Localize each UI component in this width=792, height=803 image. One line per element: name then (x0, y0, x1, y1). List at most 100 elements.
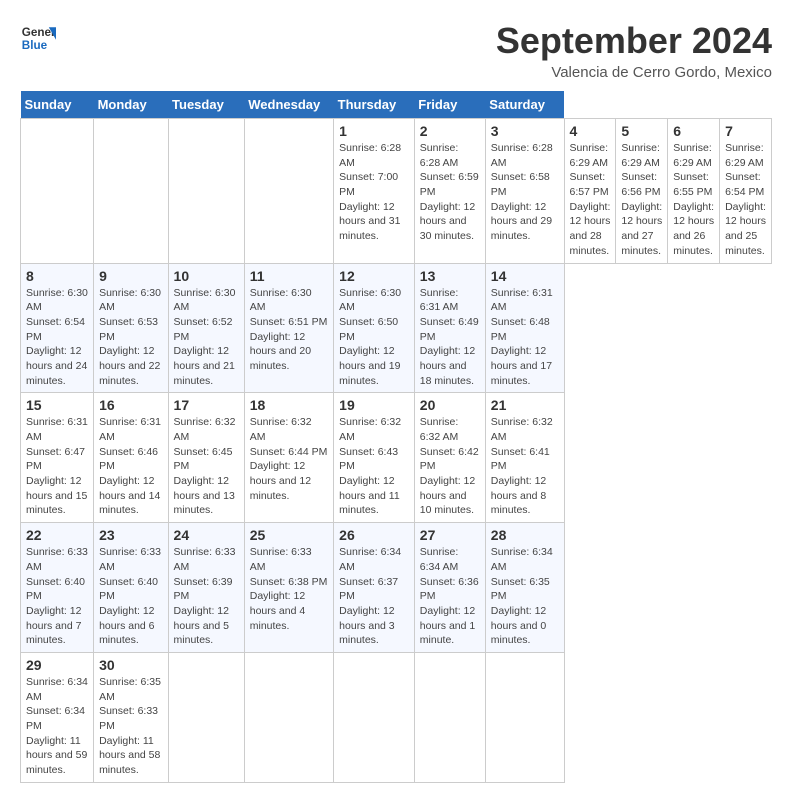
day-number: 17 (174, 397, 239, 413)
day-number: 11 (250, 268, 328, 284)
day-info: Sunrise: 6:32 AMSunset: 6:44 PMDaylight:… (250, 415, 328, 503)
calendar-cell: 27 Sunrise: 6:34 AMSunset: 6:36 PMDayligh… (414, 523, 485, 653)
calendar-cell: 4 Sunrise: 6:29 AMSunset: 6:57 PMDaylight… (564, 119, 616, 264)
column-header-friday: Friday (414, 91, 485, 119)
header-row: SundayMondayTuesdayWednesdayThursdayFrid… (21, 91, 772, 119)
day-number: 22 (26, 527, 88, 543)
week-row-1: 1Sunrise: 6:28 AMSunset: 7:00 PMDaylight… (21, 119, 772, 264)
day-number: 26 (339, 527, 409, 543)
day-info: Sunrise: 6:31 AMSunset: 6:49 PMDaylight:… (420, 286, 480, 389)
calendar-cell (94, 119, 168, 264)
week-row-4: 22 Sunrise: 6:33 AMSunset: 6:40 PMDayligh… (21, 523, 772, 653)
column-header-sunday: Sunday (21, 91, 94, 119)
day-info: Sunrise: 6:28 AMSunset: 6:58 PMDaylight:… (491, 141, 559, 244)
day-number: 6 (673, 123, 714, 139)
day-info: Sunrise: 6:29 AMSunset: 6:55 PMDaylight:… (673, 141, 714, 259)
day-number: 14 (491, 268, 559, 284)
day-info: Sunrise: 6:30 AMSunset: 6:53 PMDaylight:… (99, 286, 162, 389)
day-info: Sunrise: 6:32 AMSunset: 6:42 PMDaylight:… (420, 415, 480, 518)
column-header-saturday: Saturday (485, 91, 564, 119)
calendar-table: SundayMondayTuesdayWednesdayThursdayFrid… (20, 91, 772, 783)
column-header-wednesday: Wednesday (244, 91, 333, 119)
day-info: Sunrise: 6:32 AMSunset: 6:43 PMDaylight:… (339, 415, 409, 518)
month-title: September 2024 (496, 20, 772, 62)
day-info: Sunrise: 6:30 AMSunset: 6:52 PMDaylight:… (174, 286, 239, 389)
day-number: 9 (99, 268, 162, 284)
calendar-cell: 19 Sunrise: 6:32 AMSunset: 6:43 PMDayligh… (334, 393, 415, 523)
day-info: Sunrise: 6:33 AMSunset: 6:38 PMDaylight:… (250, 545, 328, 633)
day-number: 7 (725, 123, 766, 139)
day-number: 19 (339, 397, 409, 413)
calendar-cell: 20Sunrise: 6:32 AMSunset: 6:42 PMDayligh… (414, 393, 485, 523)
day-number: 8 (26, 268, 88, 284)
calendar-cell: 17 Sunrise: 6:32 AMSunset: 6:45 PMDayligh… (168, 393, 244, 523)
day-info: Sunrise: 6:30 AMSunset: 6:51 PMDaylight:… (250, 286, 328, 374)
day-info: Sunrise: 6:32 AMSunset: 6:45 PMDaylight:… (174, 415, 239, 518)
day-number: 15 (26, 397, 88, 413)
day-number: 3 (491, 123, 559, 139)
calendar-cell (244, 652, 333, 782)
day-number: 5 (621, 123, 662, 139)
day-number: 1 (339, 123, 409, 139)
calendar-cell: 22Sunrise: 6:33 AMSunset: 6:40 PMDayligh… (21, 523, 94, 653)
day-info: Sunrise: 6:34 AMSunset: 6:34 PMDaylight:… (26, 675, 88, 778)
calendar-cell: 21 Sunrise: 6:32 AMSunset: 6:41 PMDayligh… (485, 393, 564, 523)
day-info: Sunrise: 6:34 AMSunset: 6:36 PMDaylight:… (420, 545, 480, 648)
calendar-cell: 3 Sunrise: 6:28 AMSunset: 6:58 PMDaylight… (485, 119, 564, 264)
day-info: Sunrise: 6:29 AMSunset: 6:57 PMDaylight:… (570, 141, 611, 259)
location: Valencia de Cerro Gordo, Mexico (496, 64, 772, 81)
column-header-thursday: Thursday (334, 91, 415, 119)
logo: General Blue (20, 20, 56, 56)
calendar-cell (168, 119, 244, 264)
calendar-cell (414, 652, 485, 782)
day-number: 16 (99, 397, 162, 413)
day-info: Sunrise: 6:30 AMSunset: 6:54 PMDaylight:… (26, 286, 88, 389)
day-number: 12 (339, 268, 409, 284)
calendar-cell (168, 652, 244, 782)
day-number: 28 (491, 527, 559, 543)
day-number: 24 (174, 527, 239, 543)
calendar-cell (21, 119, 94, 264)
calendar-cell: 26 Sunrise: 6:34 AMSunset: 6:37 PMDayligh… (334, 523, 415, 653)
calendar-cell: 25 Sunrise: 6:33 AMSunset: 6:38 PMDayligh… (244, 523, 333, 653)
calendar-cell: 29Sunrise: 6:34 AMSunset: 6:34 PMDayligh… (21, 652, 94, 782)
day-number: 10 (174, 268, 239, 284)
logo-icon: General Blue (20, 20, 56, 56)
day-info: Sunrise: 6:34 AMSunset: 6:35 PMDaylight:… (491, 545, 559, 648)
calendar-cell: 18Sunrise: 6:32 AMSunset: 6:44 PMDayligh… (244, 393, 333, 523)
day-number: 30 (99, 657, 162, 673)
day-info: Sunrise: 6:34 AMSunset: 6:37 PMDaylight:… (339, 545, 409, 648)
day-info: Sunrise: 6:29 AMSunset: 6:54 PMDaylight:… (725, 141, 766, 259)
day-number: 4 (570, 123, 611, 139)
calendar-cell: 5 Sunrise: 6:29 AMSunset: 6:56 PMDaylight… (616, 119, 668, 264)
day-info: Sunrise: 6:29 AMSunset: 6:56 PMDaylight:… (621, 141, 662, 259)
calendar-cell: 12 Sunrise: 6:30 AMSunset: 6:50 PMDayligh… (334, 263, 415, 393)
day-info: Sunrise: 6:33 AMSunset: 6:40 PMDaylight:… (99, 545, 162, 648)
calendar-cell: 7 Sunrise: 6:29 AMSunset: 6:54 PMDaylight… (720, 119, 772, 264)
calendar-cell (485, 652, 564, 782)
day-info: Sunrise: 6:31 AMSunset: 6:46 PMDaylight:… (99, 415, 162, 518)
calendar-cell (334, 652, 415, 782)
day-info: Sunrise: 6:33 AMSunset: 6:39 PMDaylight:… (174, 545, 239, 648)
calendar-cell: 8 Sunrise: 6:30 AMSunset: 6:54 PMDaylight… (21, 263, 94, 393)
calendar-cell: 15Sunrise: 6:31 AMSunset: 6:47 PMDayligh… (21, 393, 94, 523)
calendar-cell: 24 Sunrise: 6:33 AMSunset: 6:39 PMDayligh… (168, 523, 244, 653)
day-number: 27 (420, 527, 480, 543)
day-info: Sunrise: 6:30 AMSunset: 6:50 PMDaylight:… (339, 286, 409, 389)
calendar-cell: 14 Sunrise: 6:31 AMSunset: 6:48 PMDayligh… (485, 263, 564, 393)
column-header-tuesday: Tuesday (168, 91, 244, 119)
week-row-5: 29Sunrise: 6:34 AMSunset: 6:34 PMDayligh… (21, 652, 772, 782)
calendar-cell: 16 Sunrise: 6:31 AMSunset: 6:46 PMDayligh… (94, 393, 168, 523)
page-header: General Blue September 2024 Valencia de … (20, 20, 772, 81)
week-row-2: 8 Sunrise: 6:30 AMSunset: 6:54 PMDaylight… (21, 263, 772, 393)
day-info: Sunrise: 6:31 AMSunset: 6:48 PMDaylight:… (491, 286, 559, 389)
day-info: Sunrise: 6:32 AMSunset: 6:41 PMDaylight:… (491, 415, 559, 518)
calendar-cell: 30 Sunrise: 6:35 AMSunset: 6:33 PMDayligh… (94, 652, 168, 782)
calendar-cell (244, 119, 333, 264)
title-section: September 2024 Valencia de Cerro Gordo, … (496, 20, 772, 81)
calendar-cell: 2Sunrise: 6:28 AMSunset: 6:59 PMDaylight… (414, 119, 485, 264)
day-number: 21 (491, 397, 559, 413)
calendar-cell: 28 Sunrise: 6:34 AMSunset: 6:35 PMDayligh… (485, 523, 564, 653)
day-number: 25 (250, 527, 328, 543)
day-info: Sunrise: 6:35 AMSunset: 6:33 PMDaylight:… (99, 675, 162, 778)
